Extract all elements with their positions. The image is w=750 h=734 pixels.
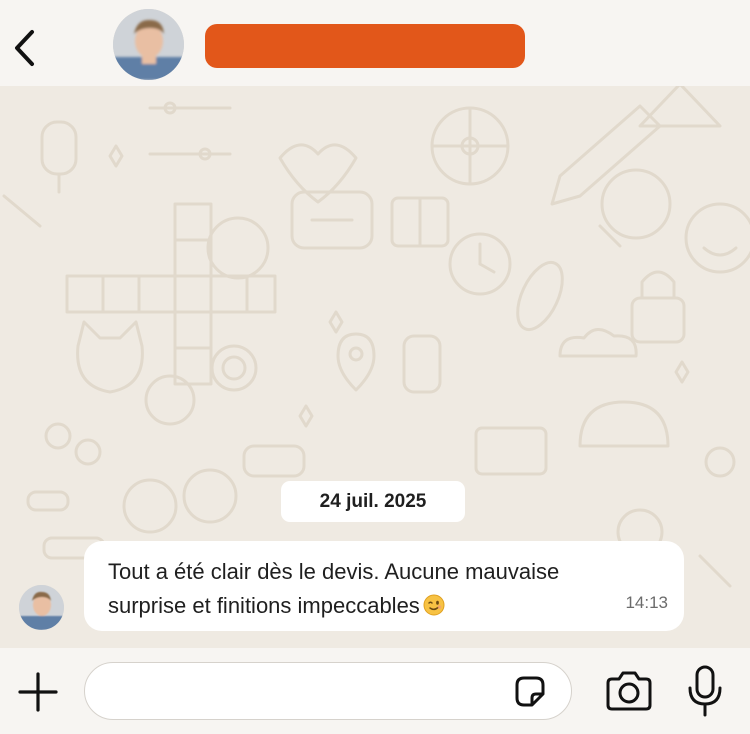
camera-button[interactable]: [604, 669, 654, 713]
plus-icon: [18, 672, 58, 712]
message-sender-avatar[interactable]: [19, 585, 64, 630]
attach-button[interactable]: [16, 670, 60, 714]
sticker-button[interactable]: [511, 673, 549, 711]
composer-bar: [0, 648, 750, 734]
message-text: Tout a été clair dès le devis. Aucune ma…: [108, 559, 560, 618]
microphone-button[interactable]: [686, 664, 724, 718]
message-input[interactable]: [105, 673, 505, 709]
message-bubble[interactable]: Tout a été clair dès le devis. Aucune ma…: [84, 541, 684, 631]
microphone-icon: [688, 665, 722, 717]
message-input-container[interactable]: [84, 662, 572, 720]
chat-area: 24 juil. 2025 Tout a été clair dès le de…: [0, 86, 750, 648]
chevron-left-icon: [15, 30, 34, 66]
winking-face-emoji-icon: [423, 592, 445, 626]
back-button[interactable]: [6, 24, 42, 72]
date-separator: 24 juil. 2025: [281, 481, 465, 522]
contact-avatar[interactable]: [113, 9, 184, 80]
camera-icon: [606, 671, 652, 711]
contact-name[interactable]: [205, 24, 525, 68]
message-time: 14:13: [625, 593, 668, 612]
sticker-icon: [515, 676, 545, 707]
chat-header: [0, 0, 750, 86]
